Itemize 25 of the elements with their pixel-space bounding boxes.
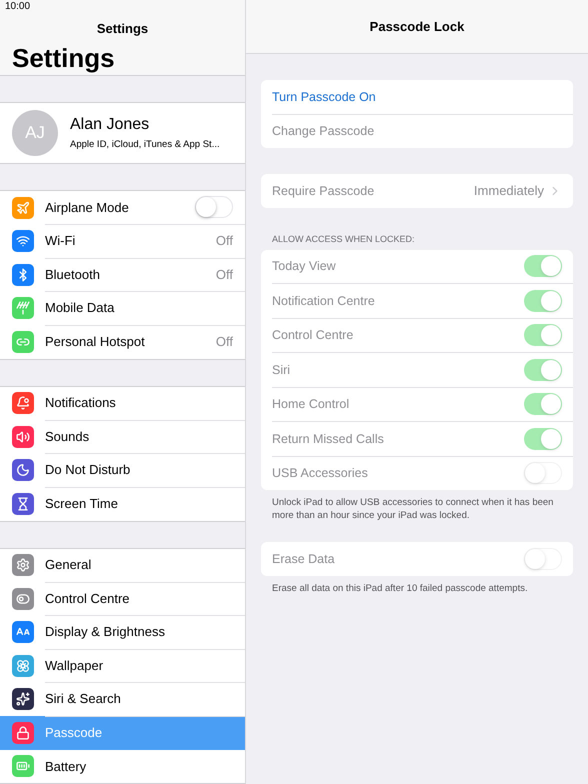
avatar: AJ [12,110,58,156]
section-footer: Erase all data on this iPad after 10 failed passcode attempts. [261,582,573,614]
row-label: Erase Data [272,552,336,566]
toggle-switch[interactable] [195,196,233,218]
status-time: 10:00 [5,1,30,12]
row-label: Control Centre [272,328,354,342]
nav-title: Settings [96,20,148,36]
row-label: Siri [272,362,292,377]
section-header: ALLOW ACCESS WHEN LOCKED: [271,234,416,246]
item-value: Off [216,233,233,248]
item-value: Off [216,334,233,350]
large-title: Settings [12,43,115,74]
item-value: Off [216,266,233,282]
profile-name: Alan Jones [70,116,150,134]
profile-row[interactable]: AJ Alan Jones Apple ID, iCloud, iTunes & App St... [0,102,245,164]
action-link[interactable]: Turn Passcode On [272,90,562,104]
section-footer: Unlock iPad to allow USB accessories to connect when it has been more than an hour since your iPad was locked. [261,496,573,542]
profile-subtitle: Apple ID, iCloud, iTunes & App St... [70,139,220,150]
row-value: Immediately [474,183,544,198]
detail-title: Passcode Lock [370,19,464,34]
row-label: Notification Centre [272,294,376,308]
row-label: Today View [272,259,337,274]
row-label: Home Control [272,397,350,412]
row-label: USB Accessories [272,466,369,480]
row-label: Return Missed Calls [272,432,385,446]
